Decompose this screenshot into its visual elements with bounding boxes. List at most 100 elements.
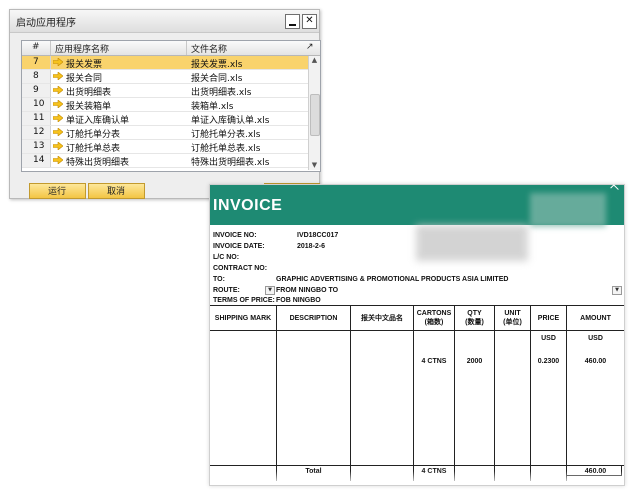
th-amount: AMOUNT (580, 314, 611, 322)
th-cartons-cn: (箱数) (424, 319, 444, 326)
line-qty: 2000 (466, 358, 483, 365)
invoice-date-label: INVOICE DATE: (213, 243, 265, 250)
row-app-name: 报关装箱单 (66, 102, 112, 112)
corner-marker-icon (610, 184, 619, 193)
arrow-right-icon (53, 142, 63, 150)
route-label: ROUTE: (213, 287, 240, 294)
row-file-name: 出货明细表.xls (191, 88, 252, 98)
terms-value: FOB NINGBO (276, 297, 321, 304)
row-number: 13 (33, 141, 45, 151)
route-value: FROM NINGBO TO (276, 287, 339, 294)
scroll-down-icon[interactable]: ▼ (310, 161, 319, 170)
th-cn-name: 报关中文品名 (361, 314, 403, 322)
list-item[interactable]: 8 报关合同 报关合同.xls (22, 70, 308, 84)
to-label: TO: (213, 276, 225, 283)
arrow-right-icon (53, 58, 63, 66)
row-file-name: 装箱单.xls (191, 102, 234, 112)
terms-label: TERMS OF PRICE: (213, 297, 275, 304)
lc-no-label: L/C NO: (213, 254, 240, 261)
row-number: 11 (33, 113, 45, 123)
scroll-up-icon[interactable]: ▲ (310, 56, 319, 65)
invoice-no-value: IVD18CC017 (297, 232, 339, 239)
th-shipping-mark: SHIPPING MARK (214, 314, 272, 322)
bottom-fade (210, 471, 624, 485)
launch-app-dialog: 启动应用程序 ✕ # 应用程序名称 文件名称 ↗ 7 报关发票 报关发票.xls 8 报… (9, 9, 321, 199)
route-dropdown-right-icon[interactable]: ▼ (612, 286, 622, 295)
col-header-no: # (32, 42, 40, 52)
list-item[interactable]: 12 订舱托单分表 订舱托单分表.xls (22, 126, 308, 140)
list-item[interactable]: 9 出货明细表 出货明细表.xls (22, 84, 308, 98)
th-qty-en: QTY (467, 310, 482, 317)
col-divider (350, 305, 351, 481)
arrow-right-icon (53, 100, 63, 108)
list-item[interactable]: 10 报关装箱单 装箱单.xls (22, 98, 308, 112)
invoice-sheet: INVOICE INVOICE NO: IVD18CC017 INVOICE D… (209, 184, 625, 486)
col-divider (454, 305, 455, 481)
list-item[interactable]: 11 单证入库确认单 单证入库确认单.xls (22, 112, 308, 126)
line-price: 0.2300 (537, 358, 560, 365)
list-item[interactable]: 13 订舱托单总表 订舱托单总表.xls (22, 140, 308, 154)
dialog-titlebar[interactable]: 启动应用程序 ✕ (10, 10, 319, 33)
row-file-name: 订舱托单分表.xls (191, 130, 261, 140)
col-divider (566, 305, 567, 481)
close-button[interactable]: ✕ (302, 14, 317, 29)
th-unit: UNIT (单位) (495, 306, 530, 330)
th-cartons: CARTONS (箱数) (414, 306, 454, 330)
line-cartons: 4 CTNS (421, 358, 447, 365)
row-file-name: 报关合同.xls (191, 74, 243, 84)
row-file-name: 特殊出货明细表.xls (191, 158, 270, 168)
minimize-button[interactable] (285, 14, 300, 29)
invoice-table-header: SHIPPING MARK DESCRIPTION 报关中文品名 CARTONS… (210, 305, 624, 331)
th-cartons-en: CARTONS (416, 310, 452, 317)
th-qty-cn: (数量) (465, 319, 484, 326)
col-header-file-name[interactable]: 文件名称 (191, 42, 227, 55)
cancel-button[interactable]: 取消 (88, 183, 145, 199)
col-divider (494, 305, 495, 481)
th-unit-en: UNIT (504, 310, 521, 317)
row-number: 9 (33, 85, 39, 95)
row-app-name: 订舱托单总表 (66, 144, 121, 154)
list-item[interactable]: 7 报关发票 报关发票.xls (22, 56, 308, 70)
expand-icon[interactable]: ↗ (306, 42, 316, 53)
row-app-name: 报关合同 (66, 74, 103, 84)
invoice-table: SHIPPING MARK DESCRIPTION 报关中文品名 CARTONS… (210, 305, 624, 481)
th-price: PRICE (537, 314, 560, 322)
row-number: 12 (33, 127, 45, 137)
list-item[interactable]: 14 特殊出货明细表 特殊出货明细表.xls (22, 154, 308, 168)
invoice-title: INVOICE (213, 197, 283, 214)
arrow-right-icon (53, 86, 63, 94)
run-button[interactable]: 运行 (29, 183, 86, 199)
route-dropdown-icon[interactable]: ▼ (265, 286, 275, 295)
invoice-date-value: 2018-2-6 (297, 243, 326, 250)
row-app-name: 订舱托单分表 (66, 130, 121, 140)
to-value: GRAPHIC ADVERTISING & PROMOTIONAL PRODUC… (276, 276, 509, 283)
contract-no-label: CONTRACT NO: (213, 265, 268, 272)
row-number: 8 (33, 71, 39, 81)
grid-header: # 应用程序名称 文件名称 ↗ (22, 41, 320, 56)
arrow-right-icon (53, 156, 63, 164)
col-header-app-name[interactable]: 应用程序名称 (55, 42, 109, 55)
price-currency: USD (541, 335, 556, 342)
line-amount: 460.00 (584, 358, 607, 365)
col-divider (276, 305, 277, 481)
scroll-thumb[interactable] (310, 94, 320, 136)
row-file-name: 报关发票.xls (191, 60, 243, 70)
invoice-no-label: INVOICE NO: (213, 232, 257, 239)
col-divider (530, 305, 531, 481)
amount-currency: USD (588, 335, 603, 342)
vertical-scrollbar[interactable]: ▲ ▼ (308, 56, 320, 170)
th-unit-cn: (单位) (503, 319, 522, 326)
app-list-grid: # 应用程序名称 文件名称 ↗ 7 报关发票 报关发票.xls 8 报关合同 报关合同.x… (21, 40, 321, 172)
blurred-address (416, 225, 528, 261)
row-number: 10 (33, 99, 45, 109)
arrow-right-icon (53, 114, 63, 122)
row-app-name: 特殊出货明细表 (66, 158, 130, 168)
dialog-title: 启动应用程序 (16, 18, 76, 29)
row-app-name: 报关发票 (66, 60, 103, 70)
arrow-right-icon (53, 128, 63, 136)
row-number: 14 (33, 155, 45, 165)
row-app-name: 单证入库确认单 (66, 116, 130, 126)
col-divider (413, 305, 414, 481)
th-description: DESCRIPTION (289, 314, 338, 322)
th-qty: QTY (数量) (455, 306, 494, 330)
